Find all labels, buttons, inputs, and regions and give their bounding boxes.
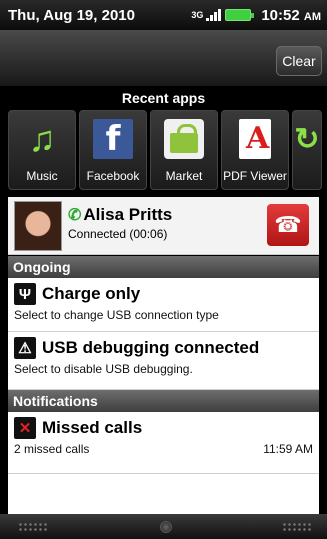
notification-usb-debugging[interactable]: ⚠ USB debugging connected Select to disa… bbox=[8, 332, 319, 390]
notification-subtitle: 2 missed calls bbox=[14, 442, 90, 456]
recent-apps-title: Recent apps bbox=[121, 90, 206, 106]
music-icon: ♫ bbox=[28, 118, 56, 159]
handle-knob-icon bbox=[160, 521, 172, 533]
app-label: Facebook bbox=[86, 169, 140, 183]
app-partial[interactable]: ↻ bbox=[292, 110, 322, 190]
end-call-button[interactable]: ☎ bbox=[267, 204, 309, 246]
call-status: Connected (00:06) bbox=[68, 227, 168, 241]
usb-icon: Ψ bbox=[14, 283, 36, 305]
hangup-icon: ☎ bbox=[274, 212, 302, 237]
grip-icon bbox=[18, 522, 48, 532]
recent-apps-list: ♫ Music f Facebook Market PDF Viewer ↻ bbox=[8, 110, 322, 190]
pdf-icon bbox=[239, 119, 271, 159]
clear-button[interactable]: Clear bbox=[276, 46, 322, 76]
network-icon: 3G bbox=[191, 10, 204, 20]
app-label: Market bbox=[165, 169, 203, 183]
status-date: Thu, Aug 19, 2010 bbox=[8, 6, 135, 24]
notification-subtitle: Select to disable USB debugging. bbox=[14, 362, 193, 376]
app-label: Music bbox=[26, 169, 58, 183]
notification-panel-header: Clear bbox=[0, 30, 327, 86]
app-label: PDF Viewer bbox=[223, 169, 287, 183]
grip-icon bbox=[282, 522, 312, 532]
recent-apps: Recent apps ♫ Music f Facebook Market PD… bbox=[0, 86, 327, 196]
notification-title: Missed calls bbox=[42, 418, 143, 437]
missed-call-icon: ✕ bbox=[14, 417, 36, 439]
caller-name: Alisa Pritts bbox=[83, 205, 173, 224]
notification-title: USB debugging connected bbox=[42, 338, 260, 357]
refresh-icon: ↻ bbox=[294, 122, 320, 156]
app-music[interactable]: ♫ Music bbox=[8, 110, 76, 190]
notification-missed-calls[interactable]: ✕ Missed calls 2 missed calls 11:59 AM bbox=[8, 412, 319, 474]
facebook-icon: f bbox=[93, 119, 133, 159]
notification-empty-area bbox=[8, 474, 319, 514]
notification-time: 11:59 AM bbox=[263, 442, 313, 456]
battery-icon bbox=[225, 9, 255, 21]
avatar bbox=[14, 201, 62, 251]
app-facebook[interactable]: f Facebook bbox=[79, 110, 147, 190]
warning-icon: ⚠ bbox=[14, 337, 36, 359]
notification-title: Charge only bbox=[42, 284, 141, 303]
caller-info: ✆ Alisa Pritts Connected (00:06) bbox=[68, 205, 172, 241]
notification-subtitle: Select to change USB connection type bbox=[14, 308, 219, 322]
market-icon bbox=[164, 119, 204, 159]
signal-icon bbox=[206, 9, 222, 21]
status-bar: Thu, Aug 19, 2010 3G 10:52 AM bbox=[0, 0, 327, 30]
phone-icon: ✆ bbox=[68, 207, 82, 224]
panel-drag-handle[interactable] bbox=[0, 514, 327, 539]
notification-charge-only[interactable]: Ψ Charge only Select to change USB conne… bbox=[8, 278, 319, 332]
app-market[interactable]: Market bbox=[150, 110, 218, 190]
app-pdf-viewer[interactable]: PDF Viewer bbox=[221, 110, 289, 190]
status-time: 10:52 AM bbox=[261, 6, 321, 24]
status-icons: 3G 10:52 AM bbox=[191, 7, 321, 24]
active-call-bar[interactable]: ✆ Alisa Pritts Connected (00:06) ☎ bbox=[8, 197, 319, 255]
ongoing-header: Ongoing bbox=[8, 256, 319, 278]
notifications-header: Notifications bbox=[8, 390, 319, 412]
